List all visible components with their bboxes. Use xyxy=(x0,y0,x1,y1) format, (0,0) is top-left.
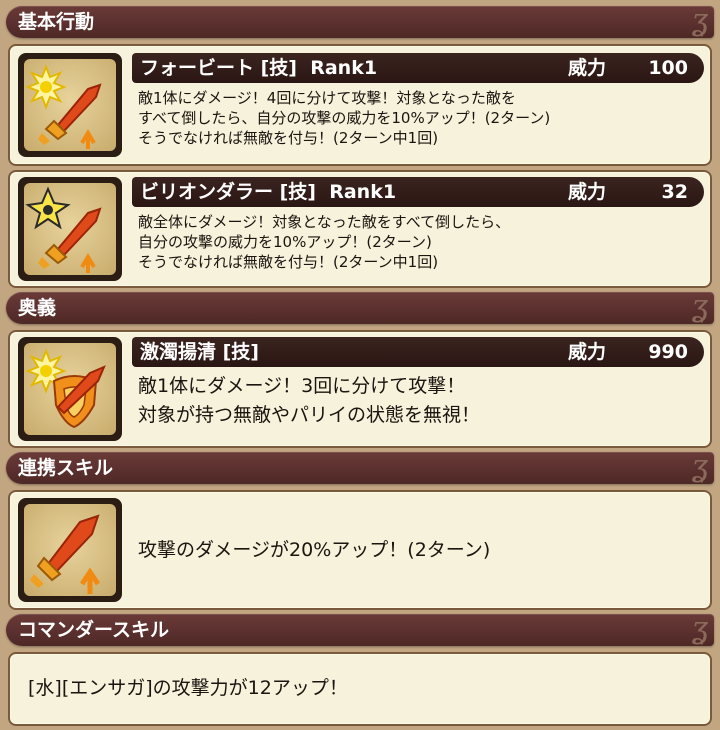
power-label: 威力 xyxy=(568,341,607,363)
skill-description: 敵全体にダメージ！対象となった敵をすべて倒したら、 自分の攻撃の威力を10%アッ… xyxy=(138,212,510,272)
commander-panel[interactable]: [水][エンサガ]の攻撃力が12アップ！ xyxy=(8,652,712,726)
desc-line: [水][エンサガ]の攻撃力が12アップ！ xyxy=(28,677,348,699)
skill-icon-frame xyxy=(18,337,122,441)
power-value: 100 xyxy=(648,57,688,79)
skill-title-bar: ビリオンダラー [技] Rank1 威力 32 xyxy=(132,177,704,207)
skill-title-bar: 激濁揚清 [技] 威力 990 xyxy=(132,337,704,367)
section-header-renkei: 連携スキル ʓ xyxy=(6,449,714,484)
desc-line: 敵全体にダメージ！対象となった敵をすべて倒したら、 xyxy=(138,213,511,231)
skill-panel-ougi[interactable]: 激濁揚清 [技] 威力 990 敵1体にダメージ！3回に分けて攻撃！ 対象が持つ… xyxy=(8,330,712,448)
skill-description: 敵1体にダメージ！4回に分けて攻撃！対象となった敵を すべて倒したら、自分の攻撃… xyxy=(138,88,550,148)
power-label: 威力 xyxy=(568,181,607,203)
section-header-ougi: 奥義 ʓ xyxy=(6,289,714,324)
section-title: 奥義 xyxy=(18,297,57,319)
power-label: 威力 xyxy=(568,57,607,79)
shield-break-icon xyxy=(24,343,116,435)
section-header-basic: 基本行動 ʓ xyxy=(6,3,714,38)
desc-line: そうでなければ無敵を付与！(2ターン中1回) xyxy=(138,129,439,147)
renkei-panel[interactable]: 攻撃のダメージが20%アップ！(2ターン) xyxy=(8,490,712,610)
scroll-curl-icon: ʓ xyxy=(691,289,708,324)
skill-title-bar: フォービート [技] Rank1 威力 100 xyxy=(132,53,704,83)
desc-line: 自分の攻撃の威力を10%アップ！(2ターン) xyxy=(138,233,432,251)
skill-name: ビリオンダラー [技] Rank1 xyxy=(140,181,397,203)
scroll-curl-icon: ʓ xyxy=(691,611,708,646)
power-value: 990 xyxy=(648,341,688,363)
scroll-curl-icon: ʓ xyxy=(691,449,708,484)
section-title: 連携スキル xyxy=(18,457,114,479)
desc-line: そうでなければ無敵を付与！(2ターン中1回) xyxy=(138,253,439,271)
sword-star-icon xyxy=(24,183,116,275)
commander-description: [水][エンサガ]の攻撃力が12アップ！ xyxy=(28,674,348,703)
scroll-curl-icon: ʓ xyxy=(691,3,708,38)
attack-up-icon xyxy=(24,504,116,596)
skill-name: フォービート [技] Rank1 xyxy=(140,57,378,79)
skill-description: 敵1体にダメージ！3回に分けて攻撃！ 対象が持つ無敵やパリイの状態を無視！ xyxy=(138,372,480,430)
skill-icon-frame xyxy=(18,177,122,281)
desc-line: 攻撃のダメージが20%アップ！(2ターン) xyxy=(138,539,491,561)
skill-icon-frame xyxy=(18,53,122,157)
skill-panel-billiondollar[interactable]: ビリオンダラー [技] Rank1 威力 32 敵全体にダメージ！対象となった敵… xyxy=(8,170,712,288)
desc-line: 敵1体にダメージ！3回に分けて攻撃！ xyxy=(138,375,466,397)
section-title: コマンダースキル xyxy=(18,619,170,641)
section-title: 基本行動 xyxy=(18,11,95,33)
sword-burst-icon xyxy=(24,59,116,151)
section-header-commander: コマンダースキル ʓ xyxy=(6,611,714,646)
skill-name: 激濁揚清 [技] xyxy=(140,341,259,363)
skill-panel-fourbeat[interactable]: フォービート [技] Rank1 威力 100 敵1体にダメージ！4回に分けて攻… xyxy=(8,44,712,166)
power-value: 32 xyxy=(661,181,688,203)
desc-line: すべて倒したら、自分の攻撃の威力を10%アップ！(2ターン) xyxy=(138,109,551,127)
desc-line: 対象が持つ無敵やパリイの状態を無視！ xyxy=(138,404,481,426)
renkei-description: 攻撃のダメージが20%アップ！(2ターン) xyxy=(138,536,490,565)
desc-line: 敵1体にダメージ！4回に分けて攻撃！対象となった敵を xyxy=(138,89,516,107)
skill-icon-frame xyxy=(18,498,122,602)
